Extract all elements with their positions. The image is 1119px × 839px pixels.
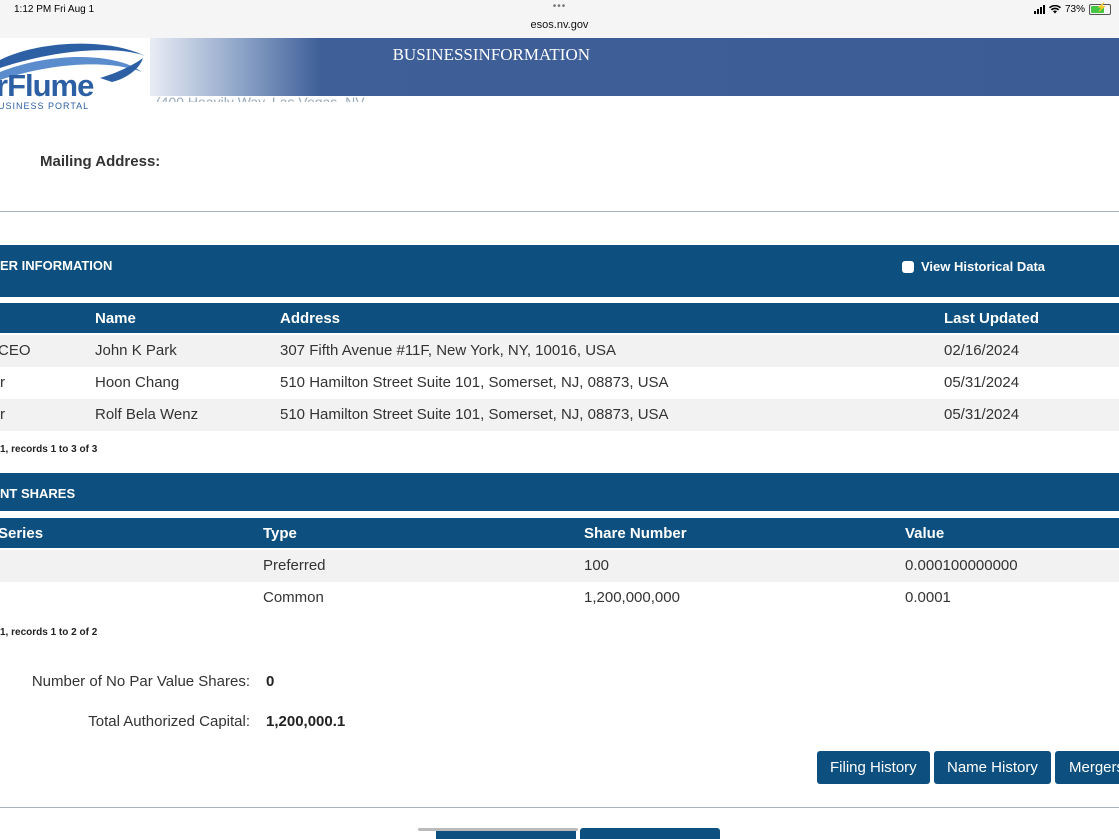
officer-section-header: ER INFORMATION View Historical Data [0,245,1119,297]
table-row: r Hoon Chang 510 Hamilton Street Suite 1… [0,367,1119,399]
shares-table-header: Series Type Share Number Value [0,518,1119,548]
section-title: ER INFORMATION [0,258,113,273]
table-row: Preferred 100 0.000100000000 [0,550,1119,582]
divider [0,211,1119,212]
checkbox[interactable] [902,260,914,273]
status-bar: 1:12 PM Fri Aug 1 ••• esos.nv.gov 73% ⚡ [0,0,1119,38]
logo-text: rFlume [0,68,94,103]
mailing-address-label: Mailing Address: [40,153,161,170]
no-par-shares-value: 0 [266,673,275,690]
share-number: 1,200,000,000 [584,589,680,606]
officer-last-updated: 02/16/2024 [944,342,1020,359]
column-header-last-updated[interactable]: Last Updated [944,310,1039,327]
wifi-icon [1048,5,1061,14]
column-header-address[interactable]: Address [280,310,340,327]
filing-history-button[interactable]: Filing History [817,751,930,784]
bottom-button[interactable] [580,828,720,839]
officer-address: 510 Hamilton Street Suite 101, Somerset,… [280,374,669,391]
share-value: 0.0001 [905,589,951,606]
checkbox-label: View Historical Data [921,259,1046,274]
officer-address: 307 Fifth Avenue #11F, New York, NY, 100… [280,342,617,359]
bottom-button-row [418,828,720,839]
page-title: BUSINESSINFORMATION [392,45,590,64]
authorized-capital-value: 1,200,000.1 [266,713,346,730]
shares-pager: 1, records 1 to 2 of 2 [0,627,98,638]
officer-title: r [0,374,5,391]
url-bar[interactable]: esos.nv.gov [0,19,1119,31]
shares-section-header: NT SHARES [0,473,1119,511]
share-value: 0.000100000000 [905,557,1018,574]
column-header-type[interactable]: Type [263,525,297,542]
officer-title: r [0,406,5,423]
battery-icon: ⚡ [1089,2,1111,15]
officer-name[interactable]: Hoon Chang [95,374,179,391]
column-header-share-number[interactable]: Share Number [584,525,687,542]
officer-address: 510 Hamilton Street Suite 101, Somerset,… [280,406,669,423]
officer-last-updated: 05/31/2024 [944,406,1020,423]
divider [0,807,1119,808]
officer-last-updated: 05/31/2024 [944,374,1020,391]
column-header-name[interactable]: Name [95,310,136,327]
logo-subtitle: USINESS PORTAL [0,101,90,111]
officer-table-header: Name Address Last Updated [0,303,1119,333]
table-row: Common 1,200,000,000 0.0001 [0,582,1119,614]
name-history-button[interactable]: Name History [934,751,1051,784]
more-dots-icon[interactable]: ••• [0,1,1119,12]
authorized-capital-label: Total Authorized Capital: [88,713,250,730]
officer-pager: 1, records 1 to 3 of 3 [0,444,98,455]
share-number: 100 [584,557,610,574]
officer-title: CEO [0,342,31,359]
mergers-button[interactable]: Mergers [1055,751,1119,784]
officer-name[interactable]: Rolf Bela Wenz [95,406,198,423]
column-header-value[interactable]: Value [905,525,944,542]
section-title: NT SHARES [0,486,76,501]
battery-percent: 73% [1064,4,1085,15]
share-type: Common [263,589,324,606]
status-indicators: 73% ⚡ [1033,2,1111,15]
share-type: Preferred [263,557,326,574]
officer-name[interactable]: John K Park [95,342,177,359]
table-row: r Rolf Bela Wenz 510 Hamilton Street Sui… [0,399,1119,431]
cellular-signal-icon [1033,5,1045,14]
view-historical-data-toggle[interactable]: View Historical Data [902,259,1045,274]
scroll-indicator [418,828,578,831]
obscured-address-text: (400 Heavily Way, Las Vegas, NV [156,94,365,102]
no-par-shares-label: Number of No Par Value Shares: [31,673,250,690]
column-header-series[interactable]: Series [0,525,43,542]
table-row: CEO John K Park 307 Fifth Avenue #11F, N… [0,335,1119,367]
